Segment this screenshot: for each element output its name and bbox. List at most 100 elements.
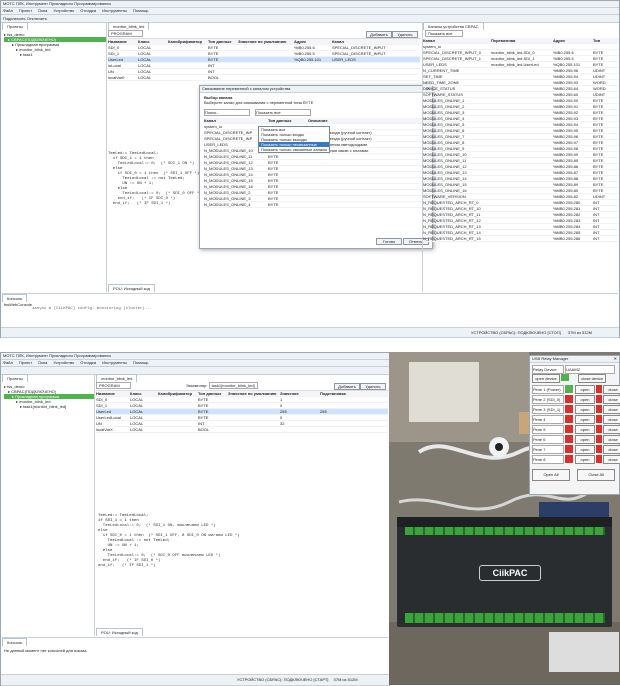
column-header[interactable]: Описание [308, 118, 418, 123]
editor-tab-2[interactable]: monitor_blink_led [96, 374, 138, 382]
table-cell: MODULES_ONLINE_14 [423, 176, 467, 181]
relay-open-button[interactable]: open [575, 435, 595, 444]
column-header[interactable]: Подстановка [320, 391, 360, 396]
column-header[interactable]: Канал [204, 118, 268, 123]
projects-tab-2[interactable]: Проекты [2, 374, 29, 382]
relay-device-select[interactable]: UAAMZ [565, 365, 616, 374]
column-header[interactable]: Название [96, 391, 130, 396]
menu-item[interactable]: Окна [38, 8, 47, 13]
menu-item[interactable]: Отладка [80, 8, 96, 13]
relay-open-button[interactable]: open [575, 455, 595, 464]
menu-item[interactable]: Устройство [53, 360, 74, 365]
table-cell: MODULES_ONLINE_6 [423, 128, 465, 133]
column-header[interactable]: Адрес [294, 39, 332, 44]
relay-close-button[interactable]: close [603, 435, 620, 444]
relay-close-button[interactable]: close [603, 395, 620, 404]
column-header[interactable]: Класс [138, 39, 168, 44]
relay-open-button[interactable]: open [575, 385, 595, 394]
column-header[interactable]: Канал [332, 39, 392, 44]
table-cell: %MB0.255.281 [553, 206, 581, 211]
column-header[interactable]: Значение по умолчанию [228, 391, 280, 396]
relay-state-indicator [565, 395, 573, 403]
menu-item[interactable]: Проект [19, 360, 32, 365]
menu-item[interactable]: Инструменты [102, 360, 127, 365]
menu-item[interactable]: Файл [3, 8, 13, 13]
column-header[interactable]: Тип данных [268, 118, 308, 123]
relay-open-button[interactable]: open [575, 415, 595, 424]
column-header[interactable]: Значение по умолчанию [238, 39, 294, 44]
tree-item[interactable]: ▸ task1 [4, 52, 106, 57]
toolbar-hint[interactable]: Подключить Отключить [3, 16, 47, 21]
filter-select[interactable]: Показать все [255, 109, 312, 116]
program-select[interactable]: PROGRAM [108, 30, 143, 37]
column-header[interactable]: Адрес [553, 38, 593, 43]
delete-button[interactable]: Удалить [392, 31, 418, 38]
console-tab[interactable]: Консоль [2, 294, 28, 302]
menu-item[interactable]: Помощь [133, 360, 148, 365]
menu-item[interactable]: Файл [3, 360, 13, 365]
console-tab-2[interactable]: Консоль [2, 638, 28, 646]
column-header[interactable]: Тип данных [198, 391, 228, 396]
filter-dropdown[interactable]: Показать все Показать только входы Показат… [258, 126, 330, 153]
program-select-2[interactable]: PROGRAM [96, 382, 131, 389]
column-header[interactable]: Название [108, 39, 138, 44]
relay-state-indicator [596, 455, 602, 463]
relay-close-button[interactable]: close [603, 445, 620, 454]
relay-open-button[interactable]: open [575, 425, 595, 434]
close-icon-relay[interactable]: ✕ [614, 356, 617, 362]
table-cell: UDINT [593, 68, 606, 73]
editor-tab[interactable]: monitor_blink_led [108, 22, 150, 30]
table-cell: BYTE [208, 51, 219, 56]
console-panel: Консоль fssWebConsole запуск в [CiLKPAC]… [2, 293, 618, 328]
relay-close-button[interactable]: close [603, 405, 620, 414]
search-input[interactable]: Поиск... [204, 109, 250, 116]
close-all-button[interactable]: Close All [577, 469, 616, 481]
column-header[interactable]: Значение [280, 391, 320, 396]
ok-button[interactable]: Готово [376, 238, 402, 245]
tree-item[interactable]: ▸ task1[monitor_blink_led] [4, 404, 94, 409]
relay-open-button[interactable]: open [575, 405, 595, 414]
column-header[interactable]: Тип [593, 38, 613, 43]
relay-open-button[interactable]: open [575, 395, 595, 404]
table-row[interactable]: localVarX LOCAL BOOL [96, 427, 388, 433]
menu-item[interactable]: Помощь [133, 8, 148, 13]
relay-open-button[interactable]: open [575, 445, 595, 454]
add-button[interactable]: Добавить [366, 31, 392, 38]
dropdown-option[interactable]: Показать только связанные каналы [259, 147, 329, 152]
close-device-button[interactable]: close device [578, 374, 607, 383]
channels-filter[interactable]: Показать все [425, 30, 464, 37]
open-device-button[interactable]: open device [532, 374, 560, 383]
column-header[interactable]: Переменная [491, 38, 553, 43]
relay-close-button[interactable]: close [603, 455, 620, 464]
delete-button-2[interactable]: Удалить [360, 383, 386, 390]
relay-close-button[interactable]: close [603, 425, 620, 434]
add-button-2[interactable]: Добавить [334, 383, 360, 390]
menu-item[interactable]: Проект [19, 8, 32, 13]
column-header[interactable]: Канал [423, 38, 491, 43]
table-cell: SPECIAL_DISCRETE_INPUT_1 [423, 56, 482, 61]
instance-value[interactable]: task1[monitor_blink_led] [208, 382, 258, 389]
column-header[interactable]: Калибрификатор [168, 39, 208, 44]
channels-tab[interactable]: Каналы устройства CBPAC [423, 22, 484, 30]
projects-tab[interactable]: Проекты [2, 22, 29, 30]
menu-item[interactable]: Окна [38, 360, 47, 365]
table-row[interactable]: N_REQUESTED_ARCH_RT_15 %MB0.255.286 INT [423, 236, 619, 242]
menu-item[interactable]: Устройство [53, 8, 74, 13]
open-all-button[interactable]: Open All [532, 469, 570, 481]
table-cell: %MB0.255.91 [553, 104, 579, 109]
relay-close-button[interactable]: close [603, 415, 620, 424]
pou-tab[interactable]: POU: Исходный код [108, 284, 155, 292]
table-row[interactable]: N_MODULES_ONLINE_4 BYTE [204, 202, 428, 208]
menu-item[interactable]: Инструменты [102, 8, 127, 13]
column-header[interactable]: Класс [130, 391, 158, 396]
table-cell: LOCAL [138, 57, 152, 62]
table-cell: LOCAL [130, 427, 144, 432]
table-cell: MODULES_ONLINE_15 [423, 182, 467, 187]
column-header[interactable]: Калибрификатор [158, 391, 198, 396]
code-editor-2[interactable]: TeeLed:= TeeLedLocal; if SDI_1 = 1 then T… [98, 514, 386, 614]
table-row[interactable]: localVar0 LOCAL BOOL [108, 75, 420, 81]
column-header[interactable]: Тип данных [208, 39, 238, 44]
pou-tab-2[interactable]: POU: Исходный код [96, 628, 143, 636]
relay-close-button[interactable]: close [603, 385, 620, 394]
menu-item[interactable]: Отладка [80, 360, 96, 365]
